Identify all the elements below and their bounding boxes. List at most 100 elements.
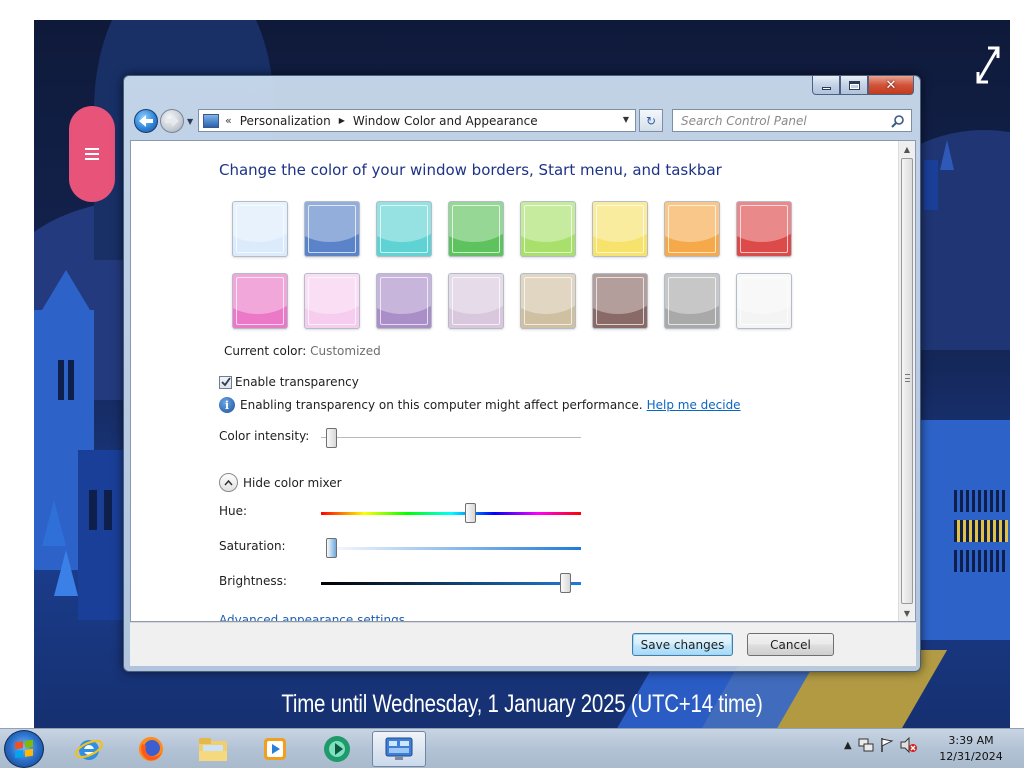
- intensity-slider-thumb[interactable]: [325, 428, 337, 448]
- color-swatch-taupe[interactable]: [520, 273, 576, 329]
- breadcrumb-overflow-icon[interactable]: «: [225, 114, 232, 127]
- color-swatch-twilight[interactable]: [304, 201, 360, 257]
- cancel-button[interactable]: Cancel: [747, 633, 834, 656]
- show-hidden-icons-icon[interactable]: ▲: [844, 740, 852, 751]
- transparency-row[interactable]: Enable transparency: [219, 375, 359, 389]
- color-swatch-slate[interactable]: [664, 273, 720, 329]
- internet-explorer-icon: [74, 739, 104, 760]
- taskbar-media-player[interactable]: [248, 731, 302, 767]
- transparency-checkbox[interactable]: [219, 375, 232, 389]
- volume-muted-icon[interactable]: [900, 737, 918, 753]
- maximize-button[interactable]: [840, 76, 868, 95]
- chevron-up-icon[interactable]: [219, 473, 238, 492]
- arrow-left-icon: [139, 115, 153, 127]
- forward-button[interactable]: [160, 109, 184, 133]
- color-swatch-lemon[interactable]: [592, 201, 648, 257]
- refresh-icon: ↻: [645, 113, 657, 128]
- search-input[interactable]: Search Control Panel: [672, 109, 912, 132]
- intensity-label: Color intensity:: [219, 429, 310, 443]
- scroll-up-arrow-icon[interactable]: ▲: [899, 141, 915, 157]
- fullscreen-icon[interactable]: [974, 44, 1002, 86]
- brightness-track[interactable]: [321, 582, 581, 585]
- color-swatch-violet[interactable]: [376, 273, 432, 329]
- hamburger-icon: [85, 148, 99, 160]
- transparency-label[interactable]: Enable transparency: [235, 375, 359, 389]
- search-icon[interactable]: [891, 114, 905, 128]
- clock-time: 3:39 AM: [948, 734, 994, 747]
- action-center-flag-icon[interactable]: [880, 737, 894, 753]
- control-panel-app-icon: [385, 737, 413, 760]
- scroll-down-arrow-icon[interactable]: ▼: [899, 605, 915, 621]
- recent-pages-dropdown[interactable]: ▼: [187, 117, 193, 126]
- caption-buttons: ✕: [812, 76, 914, 95]
- vertical-scrollbar[interactable]: ▲ ▼: [898, 141, 915, 621]
- color-swatch-blush[interactable]: [304, 273, 360, 329]
- color-swatch-ruby[interactable]: [736, 201, 792, 257]
- hide-color-mixer-label[interactable]: Hide color mixer: [243, 476, 342, 490]
- color-swatch-grid: [232, 201, 796, 329]
- system-tray: ▲: [844, 737, 918, 753]
- taskbar: ▲ 3:39 AM 12/31/2024: [0, 728, 1024, 768]
- grip-icon: [905, 374, 910, 382]
- color-swatch-sky[interactable]: [232, 201, 288, 257]
- menu-bubble-button[interactable]: [69, 106, 115, 202]
- color-swatch-leaf[interactable]: [448, 201, 504, 257]
- page-title: Change the color of your window borders,…: [219, 161, 722, 179]
- clock-date: 12/31/2024: [939, 750, 1003, 763]
- close-button[interactable]: ✕: [868, 76, 914, 95]
- control-panel-icon: [203, 113, 219, 128]
- breadcrumb-separator-icon[interactable]: ▶: [339, 116, 345, 125]
- color-swatch-fuchsia[interactable]: [232, 273, 288, 329]
- current-color: Current color: Customized: [224, 344, 381, 358]
- taskbar-control-panel[interactable]: [372, 731, 426, 767]
- brightness-slider-thumb[interactable]: [560, 573, 572, 593]
- hue-label: Hue:: [219, 504, 248, 518]
- firefox-icon: [139, 737, 163, 761]
- folder-icon: [199, 738, 227, 761]
- refresh-button[interactable]: ↻: [639, 109, 663, 132]
- help-me-decide-link[interactable]: Help me decide: [647, 398, 741, 412]
- hue-slider-thumb[interactable]: [465, 503, 477, 523]
- window-color-dialog: ✕ ▼ « Personalization ▶ Window Color and…: [123, 75, 921, 672]
- color-swatch-frost[interactable]: [736, 273, 792, 329]
- saturation-label: Saturation:: [219, 539, 286, 553]
- search-placeholder: Search Control Panel: [681, 113, 807, 128]
- navigation-bar: ▼ « Personalization ▶ Window Color and A…: [132, 107, 914, 135]
- app-green-icon: [324, 736, 350, 762]
- saturation-slider-thumb[interactable]: [325, 538, 337, 558]
- color-swatch-pumpkin[interactable]: [664, 201, 720, 257]
- intensity-track[interactable]: [321, 437, 581, 439]
- dialog-footer: Save changes Cancel: [130, 622, 916, 666]
- advanced-appearance-link[interactable]: Advanced appearance settings...: [219, 613, 416, 621]
- current-color-value: Customized: [310, 344, 381, 358]
- taskbar-app-green[interactable]: [310, 731, 364, 767]
- hue-track[interactable]: [321, 512, 581, 515]
- taskbar-file-explorer[interactable]: [186, 731, 240, 767]
- address-bar[interactable]: « Personalization ▶ Window Color and App…: [198, 109, 636, 132]
- brightness-label: Brightness:: [219, 574, 287, 588]
- current-color-label: Current color:: [224, 344, 307, 358]
- info-icon: i: [219, 397, 235, 413]
- breadcrumb-window-color[interactable]: Window Color and Appearance: [353, 114, 538, 128]
- address-dropdown-icon[interactable]: ▼: [623, 115, 629, 124]
- color-swatch-chocolate[interactable]: [592, 273, 648, 329]
- maximize-icon: [848, 80, 860, 90]
- countdown-text: Time until Wednesday, 1 January 2025 (UT…: [281, 690, 763, 718]
- minimize-button[interactable]: [812, 76, 840, 95]
- screen: Time until Wednesday, 1 January 2025 (UT…: [0, 0, 1024, 768]
- hide-color-mixer-toggle[interactable]: Hide color mixer: [219, 473, 342, 492]
- breadcrumb-personalization[interactable]: Personalization: [240, 114, 331, 128]
- taskbar-internet-explorer[interactable]: [62, 731, 116, 767]
- system-clock[interactable]: 3:39 AM 12/31/2024: [936, 733, 1006, 765]
- checkmark-icon: [220, 377, 231, 387]
- color-swatch-lavender[interactable]: [448, 273, 504, 329]
- taskbar-firefox[interactable]: [124, 731, 178, 767]
- save-changes-button[interactable]: Save changes: [632, 633, 733, 656]
- back-button[interactable]: [134, 109, 158, 133]
- scrollbar-thumb[interactable]: [901, 158, 913, 604]
- saturation-track[interactable]: [321, 547, 581, 550]
- network-icon[interactable]: [858, 737, 874, 753]
- color-swatch-lime[interactable]: [520, 201, 576, 257]
- color-swatch-sea[interactable]: [376, 201, 432, 257]
- start-button[interactable]: [4, 730, 44, 768]
